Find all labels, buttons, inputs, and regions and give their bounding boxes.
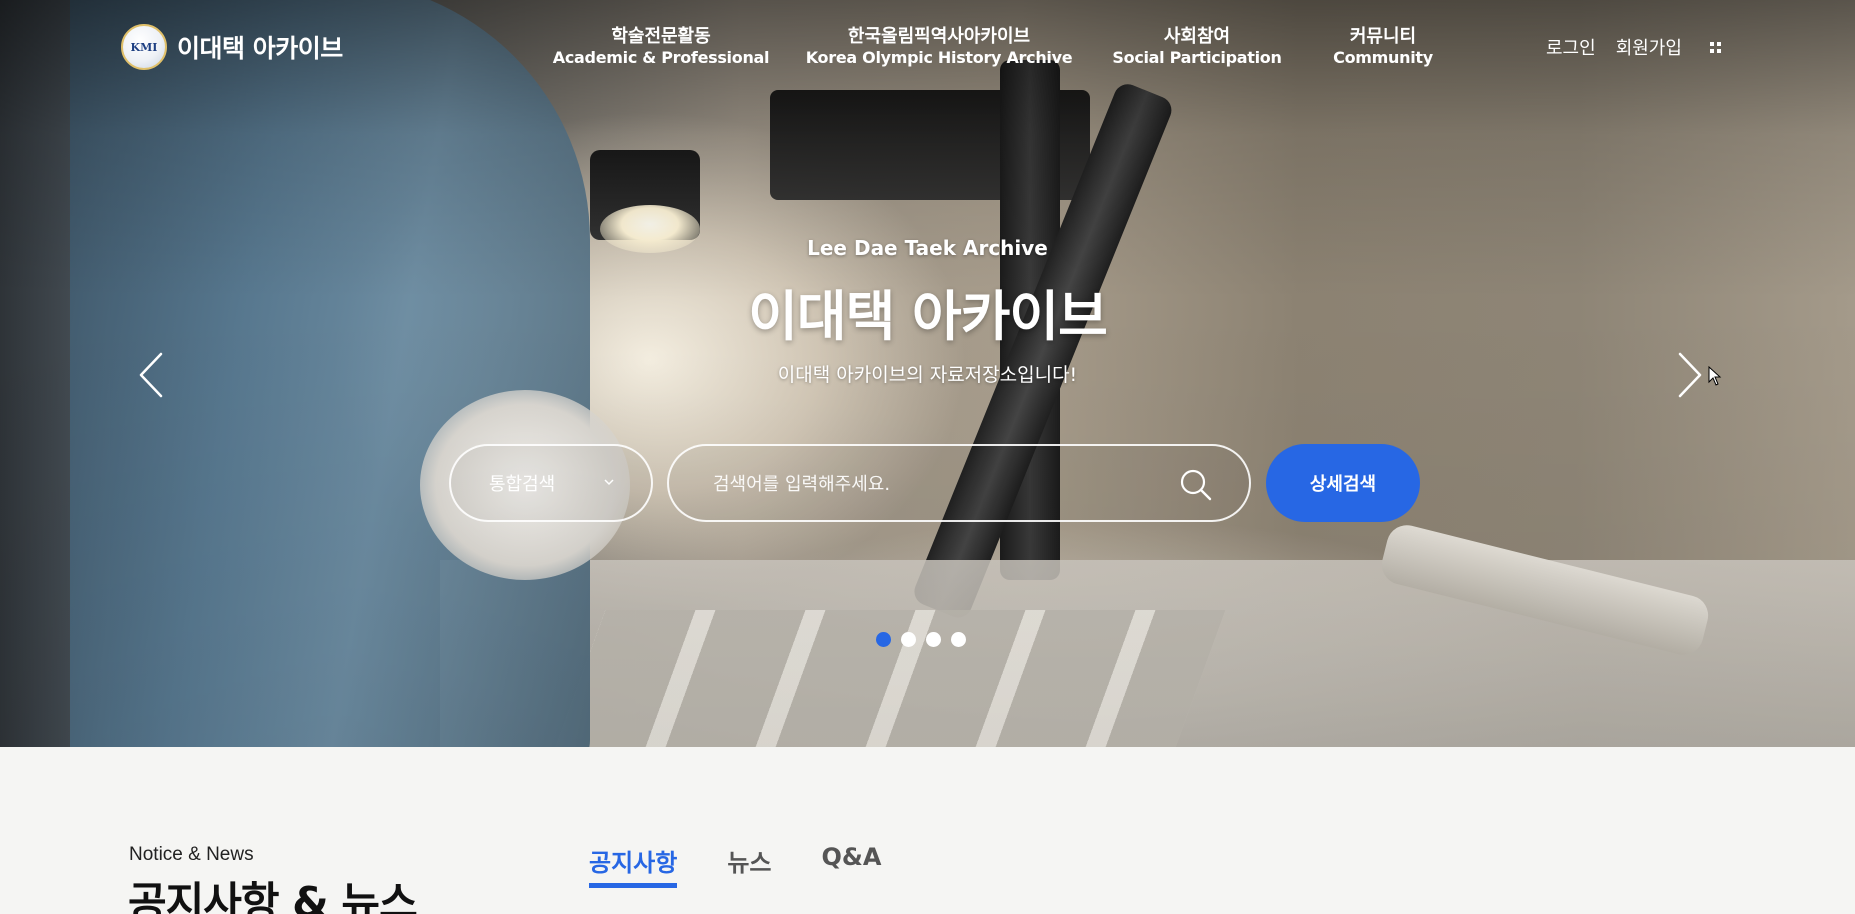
notice-news-section: Notice & News 공지사항 & 뉴스 공지사항 뉴스 Q&A xyxy=(0,747,1855,914)
nav-social-participation[interactable]: 사회참여 Social Participation xyxy=(1112,26,1282,68)
nav-label-ko: 커뮤니티 xyxy=(1349,26,1417,47)
search-bar: 통합검색 상세검색 xyxy=(0,444,1855,522)
mouse-cursor-icon xyxy=(1708,366,1722,386)
hero-subtitle: Lee Dae Taek Archive xyxy=(807,236,1048,260)
chevron-left-icon xyxy=(139,352,163,398)
section-title: 공지사항 & 뉴스 xyxy=(128,878,418,914)
detail-search-button[interactable]: 상세검색 xyxy=(1266,444,1420,522)
search-scope-select[interactable]: 통합검색 xyxy=(449,444,653,522)
site-header: KMI 이대택 아카이브 학술전문활동 Academic & Professio… xyxy=(0,0,1855,95)
nav-academic-professional[interactable]: 학술전문활동 Academic & Professional xyxy=(552,26,770,68)
hero-title: 이대택 아카이브 xyxy=(748,285,1108,348)
chevron-right-icon xyxy=(1678,352,1702,398)
tab-notice[interactable]: 공지사항 xyxy=(589,843,678,888)
nav-label-ko: 사회참여 xyxy=(1163,26,1231,47)
tab-qna[interactable]: Q&A xyxy=(822,843,882,884)
search-field xyxy=(667,444,1251,522)
slider-dot-2[interactable] xyxy=(901,632,916,647)
utility-menu: 로그인 회원가입 xyxy=(1546,34,1721,60)
nav-label-en: Academic & Professional xyxy=(552,48,770,67)
notice-tabs: 공지사항 뉴스 Q&A xyxy=(589,843,882,888)
chevron-down-icon xyxy=(604,479,614,486)
nav-olympic-history-archive[interactable]: 한국올림픽역사아카이브 Korea Olympic History Archiv… xyxy=(806,26,1073,68)
search-scope-value: 통합검색 xyxy=(489,474,556,495)
nav-label-en: Korea Olympic History Archive xyxy=(805,48,1073,67)
signup-link[interactable]: 회원가입 xyxy=(1616,34,1682,60)
slider-dot-3[interactable] xyxy=(926,632,941,647)
grid-menu-icon[interactable] xyxy=(1709,41,1721,53)
nav-label-en: Social Participation xyxy=(1112,48,1282,67)
search-input[interactable] xyxy=(713,466,1133,502)
slider-dot-1[interactable] xyxy=(876,632,891,647)
tab-news[interactable]: 뉴스 xyxy=(727,843,771,884)
nav-community[interactable]: 커뮤니티 Community xyxy=(1333,26,1433,68)
nav-label-ko: 한국올림픽역사아카이브 xyxy=(847,26,1031,47)
slider-next-button[interactable] xyxy=(1672,350,1712,400)
hero-description: 이대택 아카이브의 자료저장소입니다! xyxy=(777,364,1078,386)
nav-label-en: Community xyxy=(1333,48,1433,67)
slider-prev-button[interactable] xyxy=(135,350,175,400)
section-eyebrow: Notice & News xyxy=(129,844,254,865)
slider-pagination xyxy=(876,632,966,647)
login-link[interactable]: 로그인 xyxy=(1546,34,1596,60)
slider-dot-4[interactable] xyxy=(951,632,966,647)
nav-label-ko: 학술전문활동 xyxy=(611,26,711,47)
search-icon[interactable] xyxy=(1179,468,1213,502)
